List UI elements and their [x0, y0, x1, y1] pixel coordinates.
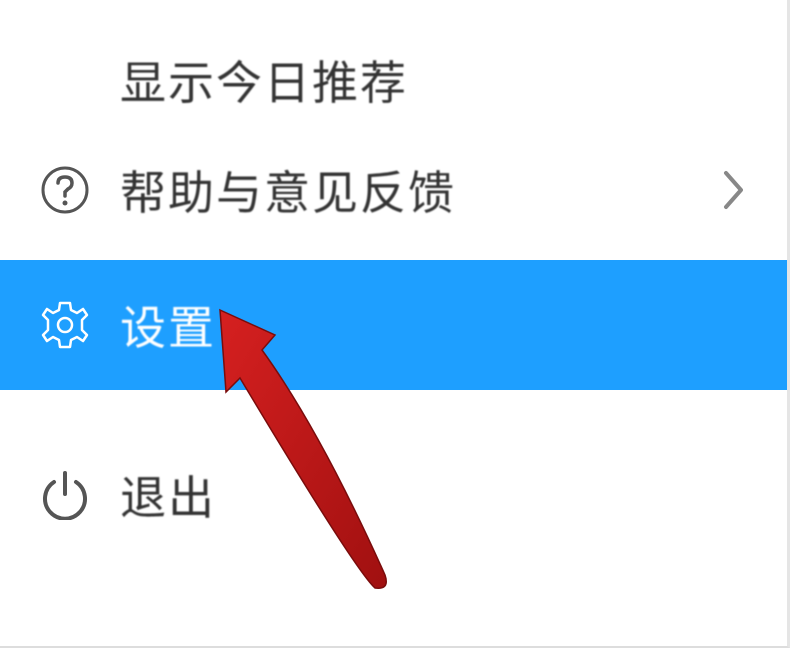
- menu-item-settings[interactable]: 设置: [0, 260, 787, 390]
- menu-item-label: 帮助与意见反馈: [120, 157, 456, 223]
- menu-item-help[interactable]: 帮助与意见反馈: [0, 130, 787, 250]
- menu-item-recommend[interactable]: 显示今日推荐: [0, 0, 787, 130]
- gear-icon: [30, 299, 100, 351]
- question-circle-icon: [30, 165, 100, 215]
- chevron-right-icon: [721, 168, 747, 212]
- menu-item-label: 设置: [120, 292, 216, 358]
- menu-item-label: 显示今日推荐: [120, 47, 408, 113]
- menu-item-exit[interactable]: 退出: [0, 430, 787, 560]
- context-menu: 显示今日推荐 帮助与意见反馈 设置: [0, 0, 790, 648]
- menu-item-label: 退出: [120, 462, 216, 528]
- power-icon: [30, 470, 100, 520]
